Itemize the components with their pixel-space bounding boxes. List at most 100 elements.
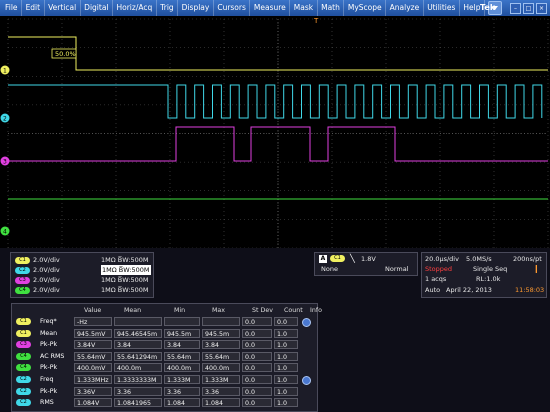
channel-badge: C4 <box>15 286 30 294</box>
measurement-value: 3.84V <box>74 340 112 350</box>
menu-trig[interactable]: Trig <box>157 0 179 16</box>
measurement-count: 0.0 <box>274 317 298 326</box>
channel-termination: 1MΩ B̅W:500M <box>101 265 151 275</box>
measurement-count: 1.0 <box>274 386 298 396</box>
measurement-stdev: 0.0 <box>242 328 272 338</box>
measurement-min: 400.0m <box>164 363 200 373</box>
measurement-label: Freq <box>40 376 54 383</box>
channel-impedance: 1MΩ <box>101 256 116 264</box>
channel-4-setup[interactable]: C4 2.0V/div 1MΩ B̅W:500M <box>15 285 165 295</box>
measurement-source-badge: C1 <box>16 318 31 325</box>
measurement-label: Pk-Pk <box>40 364 58 372</box>
measurement-header: Max <box>212 307 226 314</box>
measurement-min: 1.084 <box>164 398 200 408</box>
trigger-panel[interactable]: A C1 ╲ 1.8V None Normal <box>314 252 418 276</box>
measurement-min <box>164 317 200 326</box>
measurement-min: 1.333M <box>164 375 200 384</box>
menu-vertical[interactable]: Vertical <box>45 0 81 16</box>
channel-3-setup[interactable]: C3 2.0V/div 1MΩ B̅W:500M <box>15 275 165 285</box>
channel-1-trace <box>8 36 548 71</box>
measurement-stdev: 0.0 <box>242 340 272 350</box>
trigger-position-marker[interactable]: T <box>313 17 319 25</box>
mode-indicator-icon: ❙ <box>533 264 540 273</box>
auto-label: Auto <box>425 286 441 294</box>
channel-1-marker[interactable]: 1 <box>0 65 10 75</box>
measurement-max: 400.0m <box>202 363 240 373</box>
minimize-button[interactable]: – <box>510 3 521 14</box>
acquisition-mode: Single Seq <box>473 265 508 273</box>
menu-file[interactable]: File <box>0 0 23 16</box>
channel-impedance: 1MΩ <box>101 286 116 294</box>
channel-4-marker[interactable]: 4 <box>0 226 10 236</box>
measurement-stdev: 0.0 <box>242 317 272 326</box>
channel-1-setup[interactable]: C1 2.0V/div 1MΩ B̅W:500M <box>15 255 165 265</box>
channel-badge: C1 <box>15 256 30 264</box>
info-icon[interactable] <box>302 376 311 385</box>
measurement-max: 3.36 <box>202 386 240 396</box>
measurement-header: Info <box>310 307 322 314</box>
measurement-label: AC RMS <box>40 352 65 360</box>
measurement-count: 1.0 <box>274 363 298 373</box>
measurement-mean: 3.36 <box>114 386 162 396</box>
channel-termination: 1MΩ B̅W:500M <box>101 285 149 295</box>
channel-2-marker[interactable]: 2 <box>0 113 10 123</box>
channel-badge: C2 <box>15 266 30 274</box>
menu-horiz-acq[interactable]: Horiz/Acq <box>113 0 157 16</box>
measurement-count: 1.0 <box>274 375 298 384</box>
acquisition-panel[interactable]: 20.0µs/div 5.0MS/s 200ns/pt Stopped Sing… <box>421 252 547 298</box>
menu-measure[interactable]: Measure <box>250 0 291 16</box>
measurement-stdev: 0.0 <box>242 351 272 361</box>
channel-scale: 2.0V/div <box>33 266 60 274</box>
channel-bandwidth: B̅W:500M <box>118 266 150 274</box>
acquisition-count: 1 acqs <box>425 275 447 283</box>
channel-scale: 2.0V/div <box>33 276 60 284</box>
measurement-value: 1.333MHz <box>74 375 112 384</box>
measurement-min: 3.36 <box>164 386 200 396</box>
measurement-max: 1.084 <box>202 398 240 408</box>
menu-cursors[interactable]: Cursors <box>214 0 251 16</box>
svg-text:3: 3 <box>3 159 7 166</box>
menu-analyze[interactable]: Analyze <box>386 0 424 16</box>
measurement-value: 400.0mV <box>74 363 112 373</box>
menu-mask[interactable]: Mask <box>290 0 318 16</box>
time-per-point: 200ns/pt <box>513 255 542 263</box>
clock-time: 11:58:03 <box>515 286 545 294</box>
measurement-count: 1.0 <box>274 328 298 338</box>
measurement-value: 1.084V <box>74 398 112 408</box>
measurement-min: 3.84 <box>164 340 200 350</box>
measurement-min: 55.64m <box>164 351 200 361</box>
measurement-label: Pk-Pk <box>40 387 58 395</box>
measurement-mean <box>114 317 162 326</box>
trigger-level-readout: 50.0% <box>55 50 76 58</box>
svg-text:2: 2 <box>3 116 7 123</box>
measurement-value: 945.5mV <box>74 328 112 338</box>
info-icon[interactable] <box>302 318 311 327</box>
trigger-mode-icon: A <box>319 255 327 263</box>
measurement-results-panel: Value Mean Min Max St Dev Count Info C1 Freq* -Hz… <box>11 303 322 412</box>
sample-rate: 5.0MS/s <box>466 255 492 263</box>
measurement-stdev: 0.0 <box>242 375 272 384</box>
brand-logo: Tek <box>480 3 496 12</box>
measurement-mean: 1.3333333M <box>114 375 162 384</box>
channel-bandwidth: B̅W:500M <box>117 276 149 284</box>
channel-bandwidth: B̅W:500M <box>117 256 149 264</box>
svg-text:1: 1 <box>3 68 7 75</box>
close-button[interactable]: × <box>536 3 547 14</box>
menu-utilities[interactable]: Utilities <box>424 0 460 16</box>
channel-3-marker[interactable]: 3 <box>0 156 10 166</box>
menu-math[interactable]: Math <box>318 0 345 16</box>
menu-edit[interactable]: Edit <box>22 0 45 16</box>
measurement-header: Min <box>174 307 186 314</box>
waveform-display[interactable]: 1 2 3 4 50.0% T <box>0 16 550 248</box>
menu-digital[interactable]: Digital <box>81 0 113 16</box>
date: April 22, 2013 <box>446 286 492 294</box>
channel-2-setup[interactable]: C2 2.0V/div 1MΩ B̅W:500M <box>15 265 165 275</box>
menu-myscope[interactable]: MyScope <box>344 0 387 16</box>
measurement-max: 945.5m <box>202 328 240 338</box>
menu-display[interactable]: Display <box>178 0 214 16</box>
channel-termination: 1MΩ B̅W:500M <box>101 275 149 285</box>
measurement-source-badge: C4 <box>16 352 31 360</box>
measurement-header: Count <box>284 307 303 314</box>
measurement-source-badge: C1 <box>16 329 31 337</box>
maximize-button[interactable]: □ <box>523 3 534 14</box>
